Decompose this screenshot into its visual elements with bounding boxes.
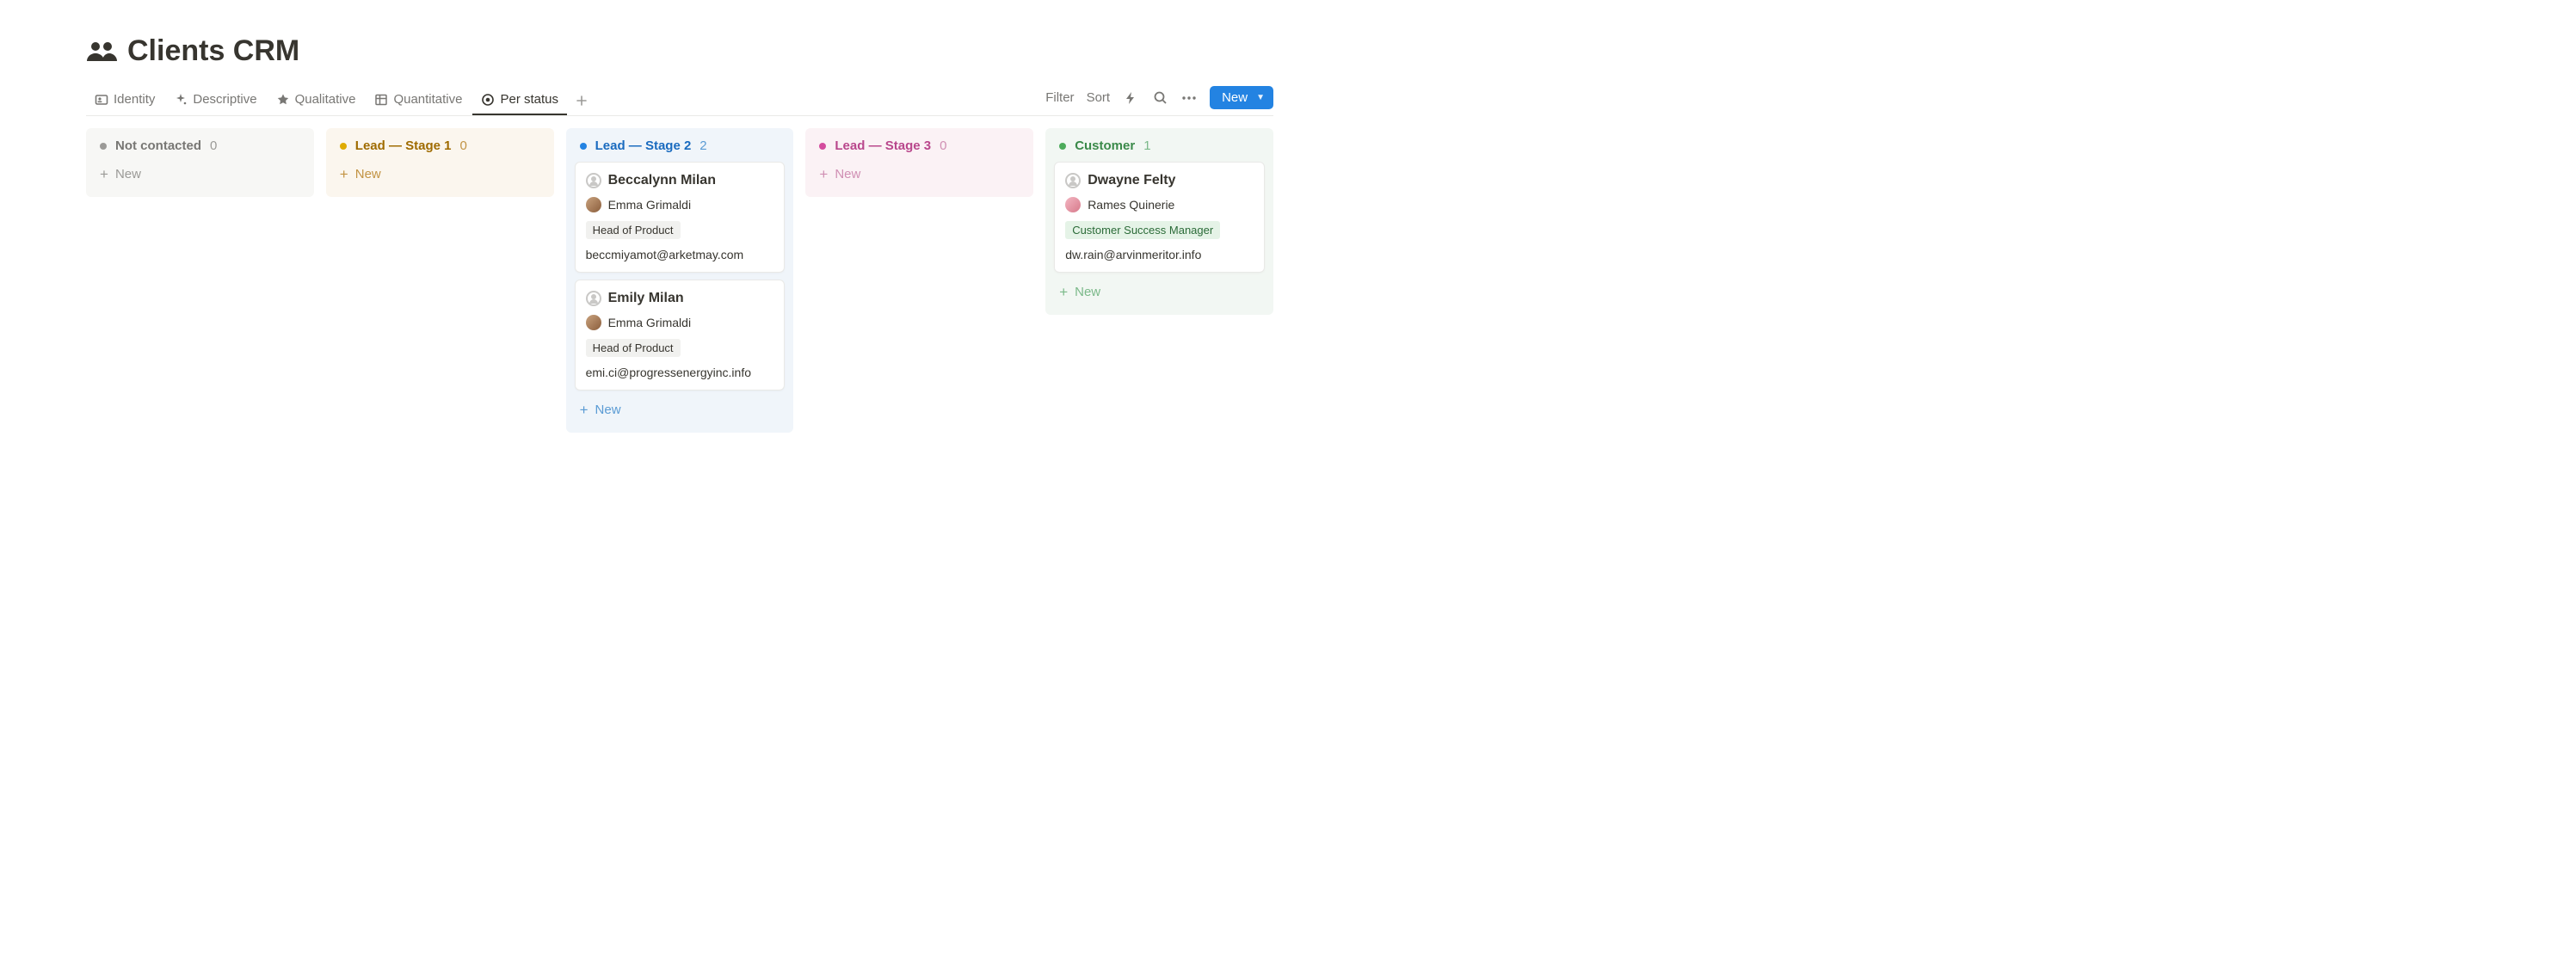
tab-quantitative[interactable]: Quantitative [366, 85, 471, 115]
tab-label: Per status [500, 92, 558, 107]
star-icon [276, 93, 290, 107]
new-button-label: New [1222, 90, 1248, 105]
filter-button[interactable]: Filter [1045, 90, 1074, 105]
tab-label: Identity [114, 92, 155, 107]
id-card-icon [95, 93, 108, 107]
add-card-button[interactable]: + New [575, 397, 786, 422]
role-chip: Head of Product [586, 339, 681, 357]
add-card-label: New [1075, 285, 1100, 299]
add-card-label: New [835, 167, 860, 181]
column-count: 1 [1143, 138, 1150, 153]
status-dot-icon [1059, 143, 1066, 150]
column-header: Lead — Stage 2 2 [575, 137, 786, 162]
column-title: Lead — Stage 1 [355, 138, 452, 153]
card-email: dw.rain@arvinmeritor.info [1065, 248, 1254, 261]
add-card-label: New [355, 167, 381, 181]
owner-name: Emma Grimaldi [608, 316, 691, 329]
table-icon [374, 93, 388, 107]
plus-icon: + [100, 167, 108, 181]
plus-icon: + [819, 167, 828, 181]
people-icon [86, 40, 119, 63]
column-title: Not contacted [115, 138, 201, 153]
column-header: Not contacted 0 [95, 137, 305, 162]
sort-button[interactable]: Sort [1087, 90, 1111, 105]
column-lead_3: Lead — Stage 3 0 + New [805, 128, 1033, 197]
column-header: Lead — Stage 1 0 [335, 137, 545, 162]
column-count: 0 [460, 138, 467, 153]
add-card-button[interactable]: + New [1054, 280, 1265, 304]
tab-label: Quantitative [393, 92, 462, 107]
status-dot-icon [340, 143, 347, 150]
tab-per-status[interactable]: Per status [472, 85, 567, 115]
column-not_contacted: Not contacted 0 + New [86, 128, 314, 197]
card-email: emi.ci@progressenergyinc.info [586, 366, 774, 379]
board-card[interactable]: Dwayne Felty Rames Quinerie Customer Suc… [1054, 162, 1265, 273]
card-owner: Emma Grimaldi [586, 315, 774, 330]
add-card-label: New [595, 403, 621, 417]
tab-label: Descriptive [193, 92, 256, 107]
card-owner: Rames Quinerie [1065, 197, 1254, 212]
column-title: Lead — Stage 2 [595, 138, 692, 153]
column-header: Lead — Stage 3 0 [814, 137, 1025, 162]
card-email: beccmiyamot@arketmay.com [586, 248, 774, 261]
card-title: Emily Milan [608, 291, 684, 306]
plus-icon: + [1059, 285, 1068, 299]
status-dot-icon [100, 143, 107, 150]
column-title: Customer [1075, 138, 1135, 153]
owner-name: Emma Grimaldi [608, 198, 691, 212]
board-card[interactable]: Beccalynn Milan Emma Grimaldi Head of Pr… [575, 162, 786, 273]
column-count: 2 [699, 138, 706, 153]
column-header: Customer 1 [1054, 137, 1265, 162]
tab-qualitative[interactable]: Qualitative [268, 85, 365, 115]
column-lead_1: Lead — Stage 1 0 + New [326, 128, 554, 197]
avatar [586, 315, 601, 330]
plus-icon: + [580, 403, 589, 417]
column-customer: Customer 1 Dwayne Felty Rames Quinerie C… [1045, 128, 1273, 315]
add-view-button[interactable] [569, 89, 595, 112]
plus-icon: + [340, 167, 348, 181]
card-owner: Emma Grimaldi [586, 197, 774, 212]
board-card[interactable]: Emily Milan Emma Grimaldi Head of Produc… [575, 280, 786, 390]
add-card-button[interactable]: + New [814, 162, 1025, 187]
card-title: Beccalynn Milan [608, 173, 716, 188]
kanban-board: Not contacted 0 +New Lead — Stage 1 0 +N… [86, 128, 1273, 433]
add-card-button[interactable]: + New [95, 162, 305, 187]
avatar [586, 197, 601, 212]
more-icon[interactable] [1180, 89, 1198, 107]
new-button[interactable]: New ▼ [1210, 86, 1273, 109]
search-icon[interactable] [1151, 89, 1168, 107]
sparkle-icon [174, 93, 188, 107]
role-chip: Customer Success Manager [1065, 221, 1220, 239]
tab-label: Qualitative [295, 92, 356, 107]
person-icon [1065, 173, 1081, 188]
view-tabs: Identity Descriptive Qualitative Quantit… [86, 85, 595, 115]
column-lead_2: Lead — Stage 2 2 Beccalynn Milan Emma Gr… [566, 128, 794, 433]
tab-descriptive[interactable]: Descriptive [165, 85, 265, 115]
tab-identity[interactable]: Identity [86, 85, 163, 115]
add-card-label: New [115, 167, 141, 181]
avatar [1065, 197, 1081, 212]
role-chip: Head of Product [586, 221, 681, 239]
target-icon [481, 93, 495, 107]
owner-name: Rames Quinerie [1088, 198, 1174, 212]
add-card-button[interactable]: + New [335, 162, 545, 187]
bolt-icon[interactable] [1122, 89, 1139, 107]
page-title: Clients CRM [127, 34, 299, 68]
column-title: Lead — Stage 3 [835, 138, 931, 153]
column-count: 0 [210, 138, 217, 153]
status-dot-icon [580, 143, 587, 150]
person-icon [586, 173, 601, 188]
chevron-down-icon: ▼ [1256, 93, 1265, 102]
person-icon [586, 291, 601, 306]
card-title: Dwayne Felty [1088, 173, 1175, 188]
status-dot-icon [819, 143, 826, 150]
column-count: 0 [940, 138, 946, 153]
